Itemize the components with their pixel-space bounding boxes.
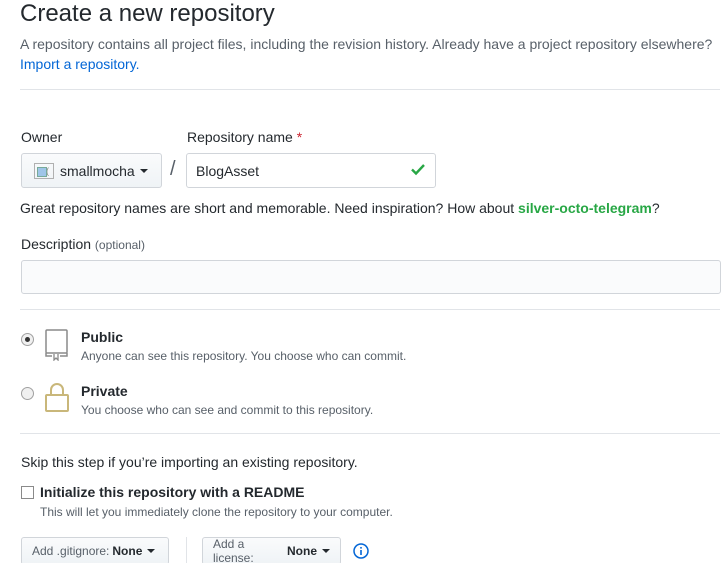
license-value: None	[287, 544, 317, 558]
info-icon[interactable]	[353, 543, 369, 559]
license-prefix: Add a license:	[213, 537, 254, 563]
owner-label: Owner	[21, 129, 63, 145]
repo-name-label: Repository name *	[187, 129, 302, 145]
page-title: Create a new repository	[20, 0, 275, 27]
divider	[20, 309, 720, 310]
license-select-button[interactable]: Add a license: None	[202, 537, 341, 563]
lock-icon	[45, 383, 69, 412]
gitignore-select-button[interactable]: Add .gitignore: None	[21, 537, 169, 563]
public-title: Public	[81, 329, 124, 345]
public-radio[interactable]	[21, 333, 34, 346]
owner-select-button[interactable]: ( smallmocha	[21, 153, 162, 188]
gitignore-prefix: Add .gitignore:	[32, 544, 110, 558]
check-icon	[411, 164, 425, 176]
chevron-down-icon	[139, 168, 148, 173]
readme-checkbox[interactable]	[21, 486, 34, 499]
skip-step-note: Skip this step if you’re importing an ex…	[21, 454, 358, 470]
subhead-text: A repository contains all project files,…	[20, 36, 713, 52]
owner-repo-separator: /	[170, 158, 176, 180]
description-input[interactable]	[21, 260, 721, 294]
private-title: Private	[81, 383, 128, 399]
private-radio[interactable]	[21, 387, 34, 400]
hint-text: Great repository names are short and mem…	[20, 200, 519, 216]
description-label: Description (optional)	[21, 236, 145, 252]
public-note: Anyone can see this repository. You choo…	[81, 349, 407, 363]
readme-label[interactable]: Initialize this repository with a README	[40, 484, 304, 500]
private-note: You choose who can see and commit to thi…	[81, 403, 374, 417]
repository-name-value: BlogAsset	[196, 162, 260, 179]
readme-note: This will let you immediately clone the …	[40, 505, 393, 519]
divider	[20, 433, 720, 434]
description-label-text: Description	[21, 236, 92, 252]
repo-name-label-text: Repository name	[187, 129, 293, 145]
owner-avatar: (	[34, 162, 54, 179]
gitignore-value: None	[112, 544, 143, 558]
owner-name: smallmocha	[60, 162, 135, 179]
hint-suffix: ?	[651, 200, 660, 216]
required-mark: *	[296, 129, 303, 145]
name-suggestion-link[interactable]: silver-octo-telegram	[518, 200, 652, 216]
repository-name-input[interactable]: BlogAsset	[186, 153, 436, 188]
button-divider	[186, 537, 187, 563]
chevron-down-icon	[322, 549, 330, 553]
repo-name-hint: Great repository names are short and mem…	[20, 200, 660, 216]
page-subhead: A repository contains all project files,…	[20, 34, 720, 74]
chevron-down-icon	[147, 549, 156, 553]
repo-book-icon	[45, 329, 68, 361]
import-repository-link[interactable]: Import a repository.	[20, 56, 140, 72]
optional-note: (optional)	[94, 238, 145, 252]
divider	[20, 89, 720, 90]
